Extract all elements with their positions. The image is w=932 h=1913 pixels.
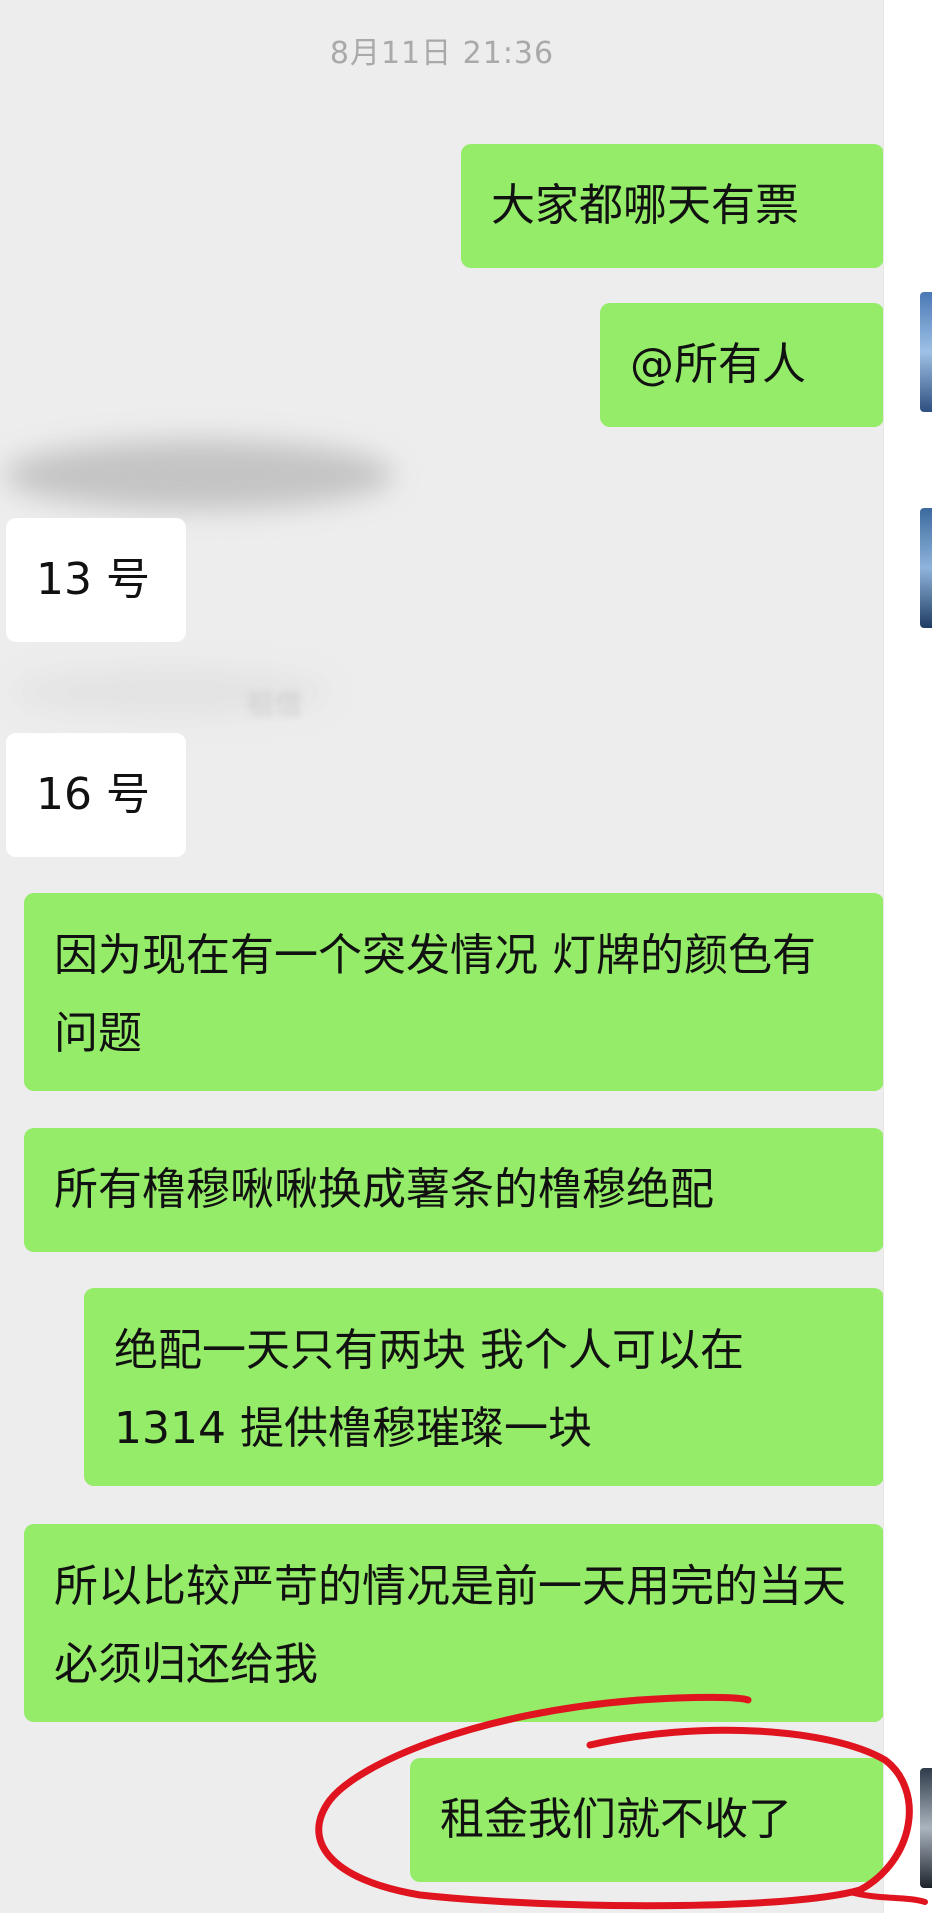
avatar-thumbnail — [920, 1768, 932, 1888]
blurred-sender-name — [4, 440, 394, 510]
message-bubble-outgoing[interactable]: @所有人 — [600, 303, 884, 427]
message-bubble-outgoing[interactable]: 所有橹穆啾啾换成薯条的橹穆绝配 — [24, 1128, 884, 1252]
message-bubble-incoming[interactable]: 13 号 — [6, 518, 186, 642]
message-timestamp: 8月11日 21:36 — [329, 36, 555, 71]
message-bubble-outgoing[interactable]: 租金我们就不收了 — [410, 1758, 884, 1882]
chat-area: 8月11日 21:36 大家都哪天有票 @所有人 13 号 祖借 16 号 因为… — [0, 0, 884, 1913]
message-bubble-outgoing[interactable]: 绝配一天只有两块 我个人可以在1314 提供橹穆璀璨一块 — [84, 1288, 884, 1486]
message-bubble-outgoing[interactable]: 因为现在有一个突发情况 灯牌的颜色有问题 — [24, 893, 884, 1091]
sender-nickname-fragment: 祖借 — [246, 688, 303, 721]
message-bubble-outgoing[interactable]: 大家都哪天有票 — [461, 144, 884, 268]
avatar-thumbnail — [920, 508, 932, 628]
message-bubble-outgoing[interactable]: 所以比较严苛的情况是前一天用完的当天必须归还给我 — [24, 1524, 884, 1722]
avatar-thumbnail — [920, 292, 932, 412]
message-bubble-incoming[interactable]: 16 号 — [6, 733, 186, 857]
side-panel-strip — [883, 0, 932, 1913]
